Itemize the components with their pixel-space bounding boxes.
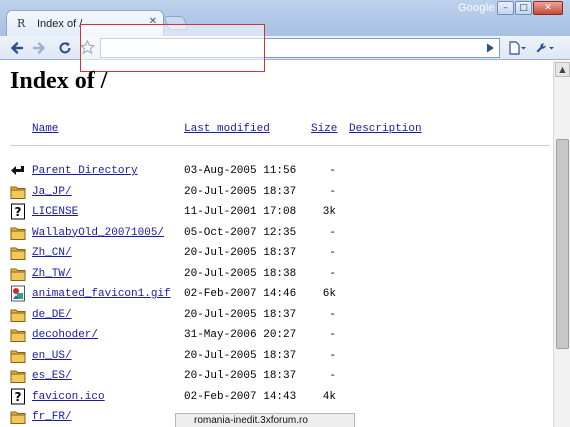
folder-icon: [10, 183, 26, 200]
reload-button[interactable]: [56, 39, 74, 57]
tab-title: Index of /: [37, 17, 83, 30]
file-size: -: [329, 349, 336, 362]
forward-button[interactable]: [30, 39, 48, 57]
table-row: ? favicon.ico 02-Feb-2007 14:43 4k: [0, 387, 553, 408]
table-row: animated_favicon1.gif 02-Feb-2007 14:46 6k: [0, 284, 553, 305]
back-button[interactable]: [8, 39, 26, 57]
wrench-icon: [536, 43, 554, 53]
file-link[interactable]: LICENSE: [32, 206, 78, 218]
file-link[interactable]: Zh_CN/: [32, 247, 72, 259]
directory-listing: Parent Directory 03-Aug-2005 11:56- Ja_JP/…: [0, 161, 553, 427]
file-link[interactable]: Ja_JP/: [32, 186, 72, 198]
go-button[interactable]: [481, 39, 499, 57]
file-link[interactable]: fr_FR/: [32, 411, 72, 423]
file-size: 3k: [322, 206, 336, 218]
table-row: decohoder/31-May-2006 20:27 -: [0, 325, 553, 346]
table-row: WallabyOld_20071005/05-Oct-2007 12:35 -: [0, 223, 553, 244]
table-row: en_US/20-Jul-2005 18:37 -: [0, 346, 553, 367]
image-icon: [10, 285, 26, 302]
play-icon: [487, 43, 494, 53]
file-modified: 05-Oct-2007 12:35: [184, 226, 297, 239]
file-size: -: [329, 165, 336, 177]
folder-icon: [10, 306, 26, 323]
file-modified: 20-Jul-2005 18:38: [184, 267, 297, 280]
scroll-up-icon[interactable]: ▲: [555, 62, 570, 77]
file-link[interactable]: decohoder/: [32, 329, 98, 341]
tools-menu-button[interactable]: [534, 39, 556, 57]
file-size: -: [329, 226, 336, 239]
table-row: Zh_CN/20-Jul-2005 18:37 -: [0, 243, 553, 264]
file-link[interactable]: favicon.ico: [32, 391, 105, 403]
file-link[interactable]: Zh_TW/: [32, 268, 72, 280]
reload-icon: [59, 42, 71, 54]
arrow-left-icon: [10, 42, 24, 54]
browser-brand: Google: [458, 2, 495, 14]
file-size: -: [329, 247, 336, 259]
file-modified: 20-Jul-2005 18:37: [184, 308, 297, 321]
scroll-thumb[interactable]: [556, 139, 569, 349]
minimize-button[interactable]: –: [497, 1, 514, 15]
table-row: de_DE/20-Jul-2005 18:37 -: [0, 305, 553, 326]
file-modified: 03-Aug-2005 11:56: [184, 165, 297, 177]
file-modified: 20-Jul-2005 18:37: [184, 247, 297, 259]
tab-favicon-icon: R: [17, 17, 26, 30]
file-modified: 02-Feb-2007 14:43: [184, 390, 297, 403]
file-link[interactable]: animated_favicon1.gif: [32, 288, 171, 300]
close-window-button[interactable]: ✕: [533, 1, 563, 15]
header-divider: [10, 145, 550, 146]
file-link[interactable]: Parent Directory: [32, 165, 138, 177]
redaction-overlay: [80, 24, 265, 72]
page-menu-button[interactable]: [506, 39, 528, 57]
column-header-description[interactable]: Description: [349, 123, 422, 135]
svg-text:?: ?: [15, 390, 22, 404]
file-size: -: [329, 308, 336, 321]
folder-icon: [10, 224, 26, 241]
file-size: -: [329, 329, 336, 341]
table-row: Zh_TW/20-Jul-2005 18:38 -: [0, 264, 553, 285]
file-modified: 20-Jul-2005 18:37: [184, 185, 297, 198]
table-row: ? LICENSE 11-Jul-2001 17:08 3k: [0, 202, 553, 223]
file-size: -: [329, 267, 336, 280]
file-modified: 20-Jul-2005 18:37: [184, 349, 297, 362]
folder-icon: [10, 347, 26, 364]
file-link[interactable]: es_ES/: [32, 370, 72, 382]
maximize-button[interactable]: □: [515, 1, 532, 15]
folder-icon: [10, 326, 26, 343]
file-size: 4k: [322, 390, 336, 403]
folder-icon: [10, 367, 26, 384]
file-size: -: [329, 370, 336, 382]
arrow-right-icon: [32, 42, 46, 54]
status-bar: romania-inedit.3xforum.ro: [175, 413, 355, 427]
file-size: 6k: [322, 288, 336, 300]
file-link[interactable]: WallabyOld_20071005/: [32, 227, 164, 239]
unknown-icon: ?: [10, 203, 26, 220]
vertical-scrollbar[interactable]: ▲: [553, 61, 570, 427]
table-row: Ja_JP/20-Jul-2005 18:37 -: [0, 182, 553, 203]
file-modified: 02-Feb-2007 14:46: [184, 288, 297, 300]
file-modified: 31-May-2006 20:27: [184, 329, 297, 341]
file-modified: 11-Jul-2001 17:08: [184, 206, 297, 218]
file-size: -: [329, 185, 336, 198]
folder-icon: [10, 408, 26, 425]
svg-text:?: ?: [15, 205, 22, 219]
back-icon: [10, 162, 26, 179]
table-row: Parent Directory 03-Aug-2005 11:56 -: [0, 161, 553, 182]
column-header-name[interactable]: Name: [32, 123, 58, 135]
page-icon: [509, 41, 526, 55]
file-link[interactable]: de_DE/: [32, 309, 72, 321]
unknown-icon: ?: [10, 388, 26, 405]
column-header-last-modified[interactable]: Last modified: [184, 123, 270, 135]
column-header-size[interactable]: Size: [311, 123, 337, 135]
file-modified: 20-Jul-2005 18:37: [184, 370, 297, 382]
table-row: es_ES/20-Jul-2005 18:37 -: [0, 366, 553, 387]
file-link[interactable]: en_US/: [32, 350, 72, 362]
folder-icon: [10, 244, 26, 261]
folder-icon: [10, 265, 26, 282]
page-title: Index of /: [10, 68, 108, 94]
